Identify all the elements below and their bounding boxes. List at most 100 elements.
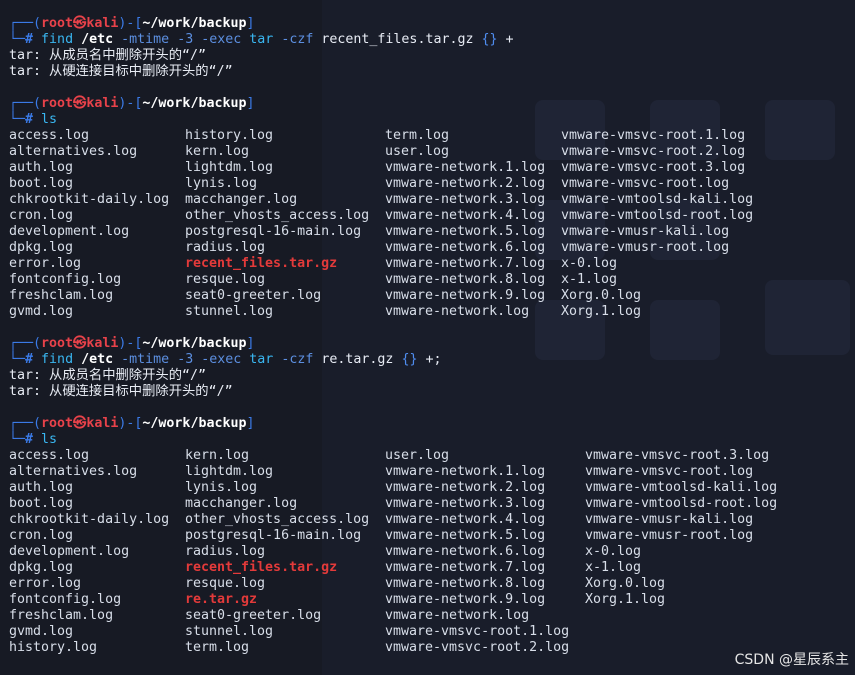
command-output-line: tar: 从成员名中删除开头的“/”	[9, 48, 207, 63]
prompt-hash: #	[25, 112, 34, 127]
file-entry: chkrootkit-daily.log	[9, 512, 170, 527]
command-token: {}	[481, 32, 498, 47]
file-entry: fontconfig.log	[9, 272, 122, 287]
command-token: -exec	[201, 32, 242, 47]
file-entry: development.log	[9, 224, 130, 239]
file-entry: vmware-network.4.log	[385, 512, 546, 527]
command-token: tar	[249, 32, 274, 47]
command-token: -czf	[281, 352, 314, 367]
command-token: find	[41, 32, 74, 47]
file-entry: vmware-vmsvc-root.1.log	[561, 128, 746, 143]
file-entry: vmware-vmsvc-root.3.log	[585, 448, 770, 463]
file-entry: lightdm.log	[185, 464, 274, 479]
file-entry: vmware-vmsvc-root.1.log	[385, 624, 570, 639]
command-token: ls	[41, 112, 58, 127]
file-entry: vmware-network.9.log	[385, 592, 546, 607]
file-entry: x-1.log	[585, 560, 642, 575]
file-entry: vmware-network.6.log	[385, 544, 546, 559]
prompt-frame: ┌──(	[9, 96, 42, 111]
command-token: -czf	[281, 32, 314, 47]
file-entry: access.log	[9, 128, 90, 143]
command-output-line: tar: 从硬连接目标中删除开头的“/”	[9, 64, 233, 79]
file-entry: vmware-vmusr-root.log	[561, 240, 730, 255]
prompt-cwd: ~/work/backup	[142, 96, 247, 111]
prompt-user-host: root㉿kali	[41, 16, 119, 31]
file-entry: vmware-network.2.log	[385, 176, 546, 191]
file-entry: kern.log	[185, 448, 250, 463]
prompt-hash: #	[25, 352, 34, 367]
prompt-cwd: ~/work/backup	[142, 16, 247, 31]
file-entry: auth.log	[9, 160, 74, 175]
command-token: ls	[41, 432, 58, 447]
prompt-hash: #	[25, 432, 34, 447]
file-entry: x-0.log	[561, 256, 618, 271]
command-output-line: tar: 从成员名中删除开头的“/”	[9, 368, 207, 383]
file-entry: x-0.log	[585, 544, 642, 559]
terminal[interactable]: ┌──(root㉿kali)-[~/work/backup] └─# find /…	[0, 0, 855, 675]
prompt-frame: └─	[9, 432, 26, 447]
command-token: recent_files.tar.gz	[321, 32, 474, 47]
file-entry: boot.log	[9, 496, 74, 511]
file-entry: other_vhosts_access.log	[185, 512, 370, 527]
file-entry: vmware-network.4.log	[385, 208, 546, 223]
file-entry: vmware-network.log	[385, 304, 530, 319]
file-entry: vmware-vmtoolsd-kali.log	[585, 480, 778, 495]
command-token: /etc	[81, 32, 114, 47]
file-entry: radius.log	[185, 240, 266, 255]
command-line: └─# ls	[9, 112, 57, 128]
file-entry: other_vhosts_access.log	[185, 208, 370, 223]
file-entry: history.log	[185, 128, 274, 143]
file-entry: freshclam.log	[9, 288, 114, 303]
file-entry: vmware-vmsvc-root.log	[585, 464, 754, 479]
prompt-frame: )-[	[118, 16, 143, 31]
file-entry: vmware-network.8.log	[385, 272, 546, 287]
file-entry: lightdm.log	[185, 160, 274, 175]
command-line: └─# ls	[9, 432, 57, 448]
file-entry: resque.log	[185, 272, 266, 287]
file-entry: vmware-network.3.log	[385, 192, 546, 207]
file-entry: vmware-vmtoolsd-root.log	[585, 496, 778, 511]
prompt-frame: ]	[246, 416, 255, 431]
command-token: -mtime	[121, 32, 170, 47]
file-entry: vmware-vmusr-root.log	[585, 528, 754, 543]
prompt-line: ┌──(root㉿kali)-[~/work/backup]	[9, 96, 255, 112]
prompt-cwd: ~/work/backup	[142, 416, 247, 431]
prompt-hash: #	[25, 32, 34, 47]
file-entry: fontconfig.log	[9, 592, 122, 607]
file-entry: freshclam.log	[9, 608, 114, 623]
command-token: {}	[401, 352, 418, 367]
file-entry: gvmd.log	[9, 624, 74, 639]
file-entry: Xorg.0.log	[585, 576, 666, 591]
file-entry: vmware-vmsvc-root.2.log	[561, 144, 746, 159]
command-token: -mtime	[121, 352, 170, 367]
file-entry: Xorg.1.log	[561, 304, 642, 319]
command-token: -3	[177, 352, 194, 367]
command-token: /etc	[81, 352, 114, 367]
file-entry: vmware-network.7.log	[385, 256, 546, 271]
file-entry: resque.log	[185, 576, 266, 591]
file-entry: cron.log	[9, 528, 74, 543]
file-entry: recent_files.tar.gz	[185, 560, 338, 575]
prompt-frame: )-[	[118, 416, 143, 431]
file-entry: vmware-network.log	[385, 608, 530, 623]
file-entry: vmware-network.7.log	[385, 560, 546, 575]
file-entry: vmware-network.3.log	[385, 496, 546, 511]
prompt-line: ┌──(root㉿kali)-[~/work/backup]	[9, 16, 255, 32]
file-entry: postgresql-16-main.log	[185, 528, 362, 543]
file-entry: vmware-vmsvc-root.3.log	[561, 160, 746, 175]
file-entry: recent_files.tar.gz	[185, 256, 338, 271]
prompt-frame: └─	[9, 352, 26, 367]
file-entry: development.log	[9, 544, 130, 559]
command-token: -3	[177, 32, 194, 47]
file-entry: vmware-network.1.log	[385, 464, 546, 479]
file-entry: history.log	[9, 640, 98, 655]
prompt-line: ┌──(root㉿kali)-[~/work/backup]	[9, 416, 255, 432]
prompt-line: ┌──(root㉿kali)-[~/work/backup]	[9, 336, 255, 352]
command-token: +;	[425, 352, 442, 367]
file-entry: lynis.log	[185, 176, 258, 191]
prompt-frame: ]	[246, 336, 255, 351]
command-line: └─# find /etc -mtime -3 -exec tar -czf r…	[9, 32, 514, 48]
prompt-frame: )-[	[118, 96, 143, 111]
prompt-frame: ┌──(	[9, 416, 42, 431]
file-entry: radius.log	[185, 544, 266, 559]
